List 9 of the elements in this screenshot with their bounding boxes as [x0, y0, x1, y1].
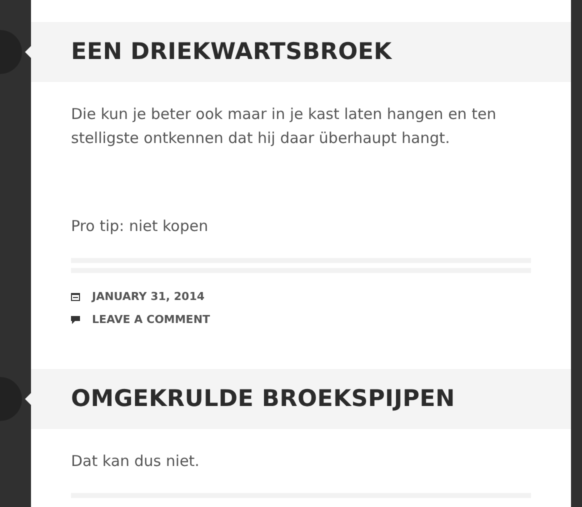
- post-title: OMGEKRULDE BROEKSPIJPEN: [71, 386, 455, 412]
- speech-bubble-icon: [71, 316, 80, 324]
- date-link[interactable]: JANUARY 31, 2014: [92, 290, 205, 303]
- post-paragraph: Pro tip: niet kopen: [71, 216, 210, 237]
- calendar-icon: [71, 292, 80, 301]
- post-title: EEN DRIEKWARTSBROEK: [71, 39, 392, 65]
- post-paragraph: Dat kan dus niet.: [71, 451, 200, 472]
- post-paragraph: Die kun je beter ook maar in je kast laten hangen en ten stelligste ontkennen dat hij daar überhaupt hangt.: [71, 104, 498, 149]
- comment-link[interactable]: LEAVE A COMMENT: [92, 313, 210, 326]
